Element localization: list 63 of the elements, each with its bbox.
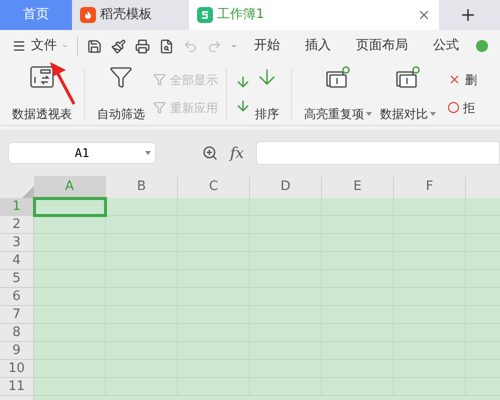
reject-button[interactable]: 拒 <box>448 98 477 116</box>
data-compare-button[interactable]: 数据对比 <box>376 64 440 122</box>
function-label[interactable]: fx <box>230 142 244 164</box>
row-header[interactable]: 1 <box>0 198 34 216</box>
compare-icon <box>395 64 421 88</box>
zoom-icon[interactable] <box>202 145 218 161</box>
sort-descending-icon[interactable] <box>235 98 251 114</box>
grid-cell[interactable] <box>250 198 322 216</box>
sort-ascending-icon[interactable] <box>235 74 251 90</box>
grid-cell[interactable] <box>106 198 178 216</box>
grid-cell[interactable] <box>34 324 106 342</box>
grid-cell[interactable] <box>34 252 106 270</box>
grid-cell[interactable] <box>34 378 106 396</box>
sort-button[interactable]: 排序 <box>251 64 283 122</box>
flame-logo-icon <box>80 7 96 23</box>
pivot-table-icon <box>29 64 55 88</box>
autofilter-button[interactable]: 自动筛选 <box>93 64 149 122</box>
grid-cell[interactable] <box>466 198 500 216</box>
ribbon-tab[interactable]: 页面布局 <box>348 36 416 56</box>
formula-field[interactable] <box>256 141 500 165</box>
new-tab-icon[interactable] <box>459 6 477 24</box>
filter-icon <box>153 73 166 86</box>
ribbon-tab[interactable]: 公式 <box>424 36 467 56</box>
grid-cell[interactable] <box>34 198 106 216</box>
highlight-duplicates-button[interactable]: 高亮重复项 <box>300 64 376 122</box>
grid-cell[interactable] <box>34 234 106 252</box>
delete-icon <box>448 73 461 86</box>
column-header[interactable]: A <box>34 176 106 198</box>
grid-cell[interactable] <box>394 198 466 216</box>
ribbon-tab[interactable]: 开始 <box>246 36 288 56</box>
highlight-icon <box>325 64 351 88</box>
grid-cell[interactable] <box>34 360 106 378</box>
spreadsheet-logo-icon <box>197 7 213 23</box>
grid-cell[interactable] <box>34 288 106 306</box>
filter-icon <box>109 64 133 88</box>
grid-cell[interactable] <box>34 270 106 288</box>
document-tab[interactable]: 工作簿1 <box>189 0 439 30</box>
pivot-table-button[interactable]: 数据透视表 <box>8 64 76 122</box>
tab-title: 工作簿1 <box>217 6 264 24</box>
grid-cell[interactable] <box>34 216 106 234</box>
grid-cell[interactable] <box>34 306 106 324</box>
caret-icon[interactable] <box>366 112 372 116</box>
grid-cell[interactable] <box>34 342 106 360</box>
grid-cell[interactable] <box>178 198 250 216</box>
file-menu[interactable]: 文件 <box>31 36 57 56</box>
status-icon <box>476 40 488 52</box>
caret-icon[interactable] <box>145 151 151 155</box>
delete-button[interactable]: 删 <box>448 70 477 88</box>
filter-icon <box>153 101 166 114</box>
grid-cell[interactable] <box>106 216 178 234</box>
save-icon[interactable] <box>86 38 102 54</box>
brush-icon[interactable] <box>110 38 126 54</box>
close-icon[interactable] <box>417 8 431 22</box>
annotation-arrow <box>48 60 78 106</box>
home-tab[interactable]: 首页 <box>0 0 72 30</box>
menu-icon[interactable] <box>12 39 26 53</box>
tab-title: 稻壳模板 <box>100 6 152 24</box>
grid-cell[interactable] <box>322 198 394 216</box>
print-preview-icon[interactable] <box>158 38 174 54</box>
name-box[interactable]: A1 <box>8 142 156 164</box>
caret-icon[interactable] <box>430 112 436 116</box>
ribbon-tab[interactable]: 插入 <box>296 36 339 56</box>
print-icon[interactable] <box>134 38 150 54</box>
